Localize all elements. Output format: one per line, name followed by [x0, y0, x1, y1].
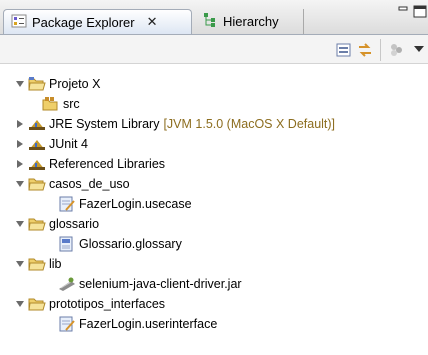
- minimize-icon[interactable]: [398, 3, 428, 19]
- expanded-arrow-icon[interactable]: [14, 298, 26, 310]
- expanded-arrow-icon[interactable]: [14, 258, 26, 270]
- collapse-all-icon[interactable]: [335, 42, 353, 58]
- tree-item-label: FazerLogin.userinterface: [79, 317, 218, 331]
- source-folder-icon: [42, 96, 60, 112]
- library-icon: [28, 116, 46, 132]
- tree-item-jre-library[interactable]: JRE System Library [JVM 1.5.0 (MacOS X D…: [14, 114, 335, 134]
- library-icon: [28, 156, 46, 172]
- toolbar-separator: [380, 39, 381, 61]
- library-icon: [28, 136, 46, 152]
- view-toolbar: [0, 34, 428, 64]
- tree-item-label: JRE System Library: [49, 117, 160, 131]
- tree-item-label: lib: [49, 257, 62, 271]
- tree-item-glossary-file[interactable]: Glossario.glossary: [56, 234, 182, 254]
- tree-item-project[interactable]: Projeto X: [14, 74, 100, 94]
- collapsed-arrow-icon[interactable]: [14, 158, 26, 170]
- link-with-editor-icon[interactable]: [356, 42, 374, 58]
- tree-item-glossario[interactable]: glossario: [14, 214, 99, 234]
- tree-item-label: Referenced Libraries: [49, 157, 166, 171]
- userinterface-file-icon: [58, 316, 76, 332]
- collapsed-arrow-icon[interactable]: [14, 118, 26, 130]
- glossary-file-icon: [58, 236, 76, 252]
- tree-item-label: src: [63, 97, 80, 111]
- tab-hierarchy[interactable]: Hierarchy: [195, 9, 304, 34]
- tree-item-referenced-libraries[interactable]: Referenced Libraries: [14, 154, 165, 174]
- tab-hierarchy-label: Hierarchy: [223, 14, 279, 29]
- package-tree: Projeto X src JRE System Library [JVM 1.…: [0, 64, 428, 355]
- tree-item-label: selenium-java-client-driver.jar: [79, 277, 242, 291]
- jvm-decoration: [JVM 1.5.0 (MacOS X Default)]: [163, 117, 336, 131]
- tree-item-label: casos_de_uso: [49, 177, 130, 191]
- jar-file-icon: [58, 276, 76, 292]
- tree-item-prototipos-interfaces[interactable]: prototipos_interfaces: [14, 294, 165, 314]
- tree-item-casos-de-uso[interactable]: casos_de_uso: [14, 174, 130, 194]
- tree-item-userinterface-file[interactable]: FazerLogin.userinterface: [56, 314, 217, 334]
- project-folder-icon: [28, 76, 46, 92]
- close-icon[interactable]: ✕: [147, 14, 158, 30]
- folder-open-icon: [28, 216, 46, 232]
- view-tab-bar: Package Explorer ✕ Hierarchy: [0, 0, 428, 34]
- tree-item-lib[interactable]: lib: [14, 254, 62, 274]
- view-menu-icon[interactable]: [412, 42, 426, 58]
- expanded-arrow-icon[interactable]: [14, 178, 26, 190]
- tree-item-junit[interactable]: JUnit 4: [14, 134, 88, 154]
- collapsed-arrow-icon[interactable]: [14, 138, 26, 150]
- tree-item-label: FazerLogin.usecase: [79, 197, 192, 211]
- tree-item-label: glossario: [49, 217, 100, 231]
- folder-open-icon: [28, 256, 46, 272]
- view-window-controls: [398, 3, 428, 19]
- tab-package-explorer-label: Package Explorer: [32, 14, 135, 30]
- expanded-arrow-icon[interactable]: [14, 78, 26, 90]
- tab-package-explorer[interactable]: Package Explorer ✕: [3, 9, 192, 34]
- tree-item-src[interactable]: src: [28, 94, 80, 114]
- folder-open-icon: [28, 176, 46, 192]
- tree-item-label: prototipos_interfaces: [49, 297, 166, 311]
- folder-open-icon: [28, 296, 46, 312]
- filter-icon[interactable]: [388, 42, 406, 58]
- hierarchy-icon: [202, 12, 218, 31]
- tree-item-label: Glossario.glossary: [79, 237, 182, 251]
- tree-item-label: Projeto X: [49, 77, 101, 91]
- usecase-file-icon: [58, 196, 76, 212]
- tree-item-label: JUnit 4: [49, 137, 88, 151]
- tree-item-usecase-file[interactable]: FazerLogin.usecase: [56, 194, 192, 214]
- package-explorer-icon: [11, 13, 27, 32]
- expanded-arrow-icon[interactable]: [14, 218, 26, 230]
- tree-item-jar-file[interactable]: selenium-java-client-driver.jar: [56, 274, 242, 294]
